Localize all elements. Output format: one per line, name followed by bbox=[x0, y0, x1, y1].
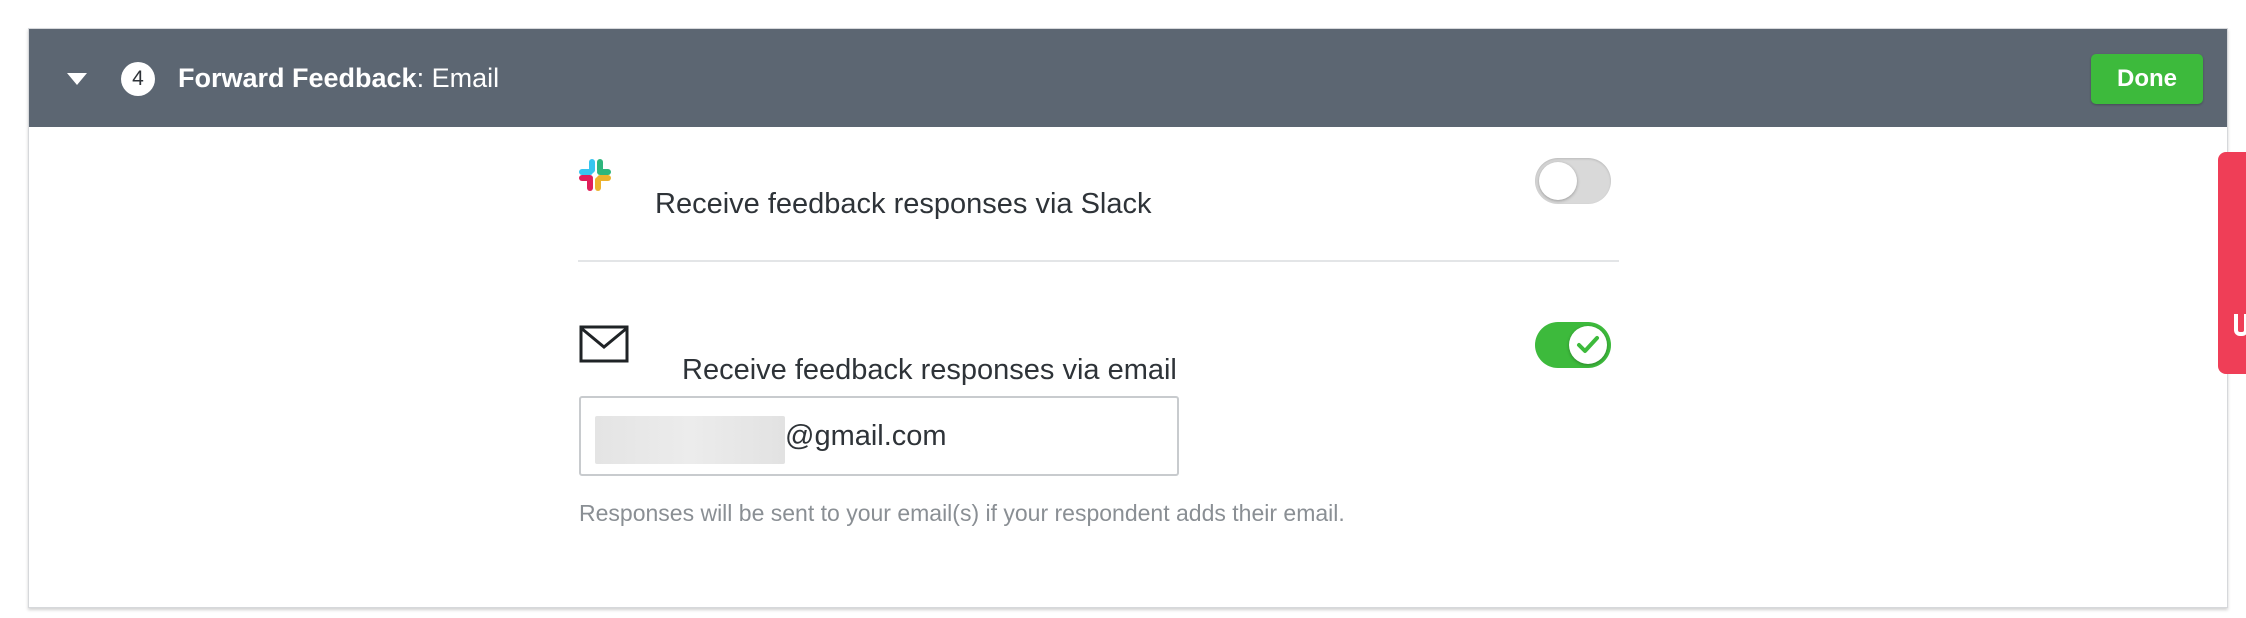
redacted-email-local-part bbox=[595, 416, 785, 464]
slack-icon bbox=[579, 159, 611, 191]
feedback-tab-icon bbox=[2234, 314, 2246, 336]
feedback-side-tab[interactable] bbox=[2218, 152, 2246, 374]
slack-toggle[interactable] bbox=[1535, 158, 1611, 204]
slack-row-label: Receive feedback responses via Slack bbox=[655, 188, 1152, 220]
email-toggle-knob bbox=[1569, 326, 1607, 364]
mail-icon bbox=[579, 325, 629, 363]
email-hint-text: Responses will be sent to your email(s) … bbox=[579, 500, 1345, 526]
email-row-label: Receive feedback responses via email bbox=[682, 354, 1177, 386]
done-button[interactable]: Done bbox=[2091, 54, 2203, 104]
slack-toggle-knob bbox=[1539, 162, 1577, 200]
check-icon bbox=[1577, 336, 1599, 353]
panel-title: Forward Feedback: Email bbox=[178, 59, 499, 97]
panel-header: 4 Forward Feedback: Email Done bbox=[29, 29, 2227, 127]
panel-title-strong: Forward Feedback bbox=[178, 63, 417, 93]
email-input[interactable]: @gmail.com bbox=[579, 396, 1179, 476]
collapse-caret-icon[interactable] bbox=[67, 73, 87, 85]
section-divider bbox=[578, 260, 1619, 262]
email-toggle[interactable] bbox=[1535, 322, 1611, 368]
panel-title-rest: : Email bbox=[416, 63, 500, 93]
email-input-value: @gmail.com bbox=[785, 420, 947, 452]
step-number-badge: 4 bbox=[121, 62, 155, 96]
